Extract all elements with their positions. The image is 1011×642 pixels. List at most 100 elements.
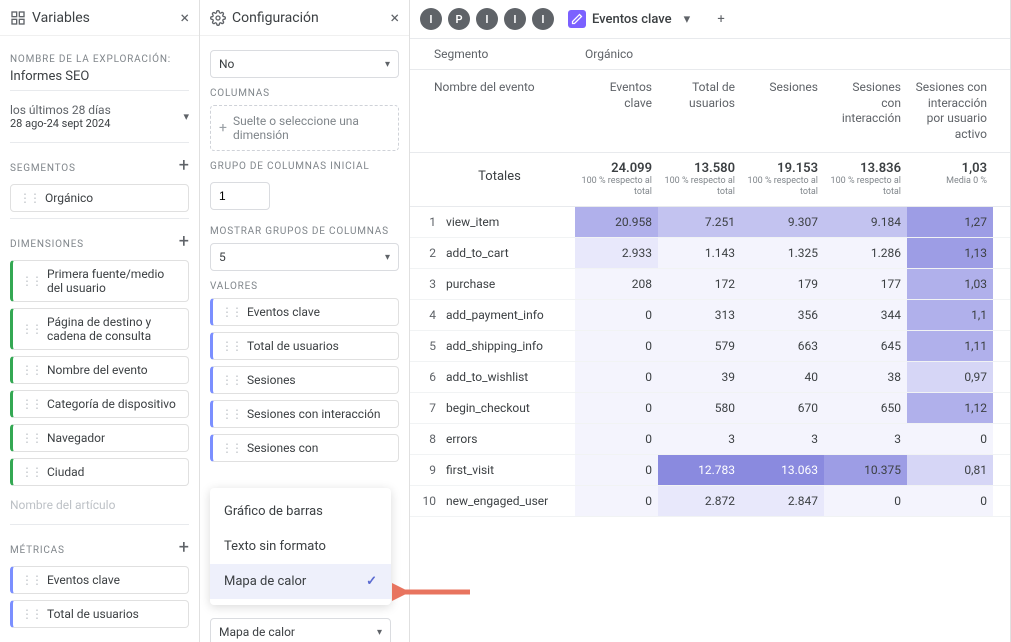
table-row[interactable]: 9first_visit012.78313.06310.3750,81: [410, 455, 1010, 486]
grip-icon: ⋮⋮: [221, 373, 241, 387]
columns-dropzone[interactable]: + Suelte o seleccione una dimensión: [210, 105, 399, 151]
tab-circle[interactable]: P: [448, 8, 470, 30]
value-chip[interactable]: ⋮⋮Sesiones con interacción: [210, 400, 399, 428]
dimension-chip[interactable]: ⋮⋮Página de destino y cadena de consulta: [10, 308, 189, 350]
grip-icon: ⋮⋮: [21, 431, 41, 445]
row-name: view_item: [440, 207, 575, 237]
metric-header[interactable]: Sesiones: [741, 70, 824, 152]
date-range-selector[interactable]: los últimos 28 días 28 ago-24 sept 2024 …: [10, 97, 189, 136]
dimension-chip[interactable]: ⋮⋮Categoría de dispositivo: [10, 390, 189, 418]
metric-header[interactable]: Sesiones con interacción por usuario act…: [907, 70, 993, 152]
tab-active[interactable]: Eventos clave ▾: [560, 6, 698, 32]
data-cell: 0: [575, 362, 658, 392]
tab-circle[interactable]: I: [476, 8, 498, 30]
dimension-placeholder[interactable]: Nombre del artículo: [10, 492, 189, 518]
data-cell: 0: [575, 486, 658, 516]
data-cell: 1,13: [907, 238, 993, 268]
tab-circle[interactable]: I: [504, 8, 526, 30]
dimension-chip[interactable]: ⋮⋮Nombre del evento: [10, 356, 189, 384]
show-groups-label: MOSTRAR GRUPOS DE COLUMNAS: [210, 226, 399, 237]
table-row[interactable]: 3purchase2081721791771,03: [410, 269, 1010, 300]
data-cell: 344: [824, 300, 907, 330]
row-name: purchase: [440, 269, 575, 299]
data-cell: 1,12: [907, 393, 993, 423]
tab-circle[interactable]: I: [420, 8, 442, 30]
row-name: first_visit: [440, 455, 575, 485]
segment-chip-label: Orgánico: [45, 191, 93, 205]
dimension-chip[interactable]: ⋮⋮Ciudad: [10, 458, 189, 486]
nested-rows-select[interactable]: No ▾: [210, 50, 399, 78]
grip-icon: ⋮⋮: [221, 339, 241, 353]
data-cell: 172: [658, 269, 741, 299]
table-row[interactable]: 10new_engaged_user02.8722.84700: [410, 486, 1010, 517]
value-chip[interactable]: ⋮⋮Eventos clave: [210, 298, 399, 326]
data-cell: 179: [741, 269, 824, 299]
pencil-icon: [568, 10, 586, 28]
add-dimension-button[interactable]: +: [179, 231, 189, 252]
cell-type-menu-item[interactable]: Gráfico de barras: [210, 494, 391, 529]
metric-chip[interactable]: ⋮⋮Eventos clave: [10, 566, 189, 594]
data-cell: 13.063: [741, 455, 824, 485]
cell-type-menu-item[interactable]: Mapa de calor✓: [210, 564, 391, 599]
data-cell: 0: [824, 486, 907, 516]
totals-row: Totales 24.099100 % respecto al total13.…: [410, 153, 1010, 207]
cell-type-menu-item[interactable]: Texto sin formato: [210, 529, 391, 564]
show-groups-select[interactable]: 5 ▾: [210, 243, 399, 271]
cell-type-select[interactable]: Mapa de calor ▾: [210, 618, 391, 642]
row-name: add_to_wishlist: [440, 362, 575, 392]
data-cell: 0: [575, 331, 658, 361]
value-chip[interactable]: ⋮⋮Sesiones con: [210, 434, 399, 462]
data-cell: 3: [658, 424, 741, 454]
totals-cell: 24.099100 % respecto al total: [575, 153, 658, 206]
data-cell: 40: [741, 362, 824, 392]
totals-cell: 19.153100 % respecto al total: [741, 153, 824, 206]
grip-icon: ⋮⋮: [21, 465, 41, 479]
data-cell: 670: [741, 393, 824, 423]
data-cell: 39: [658, 362, 741, 392]
table-row[interactable]: 6add_to_wishlist03940380,97: [410, 362, 1010, 393]
metric-chip[interactable]: ⋮⋮Total de usuarios: [10, 600, 189, 628]
value-chip[interactable]: ⋮⋮Sesiones: [210, 366, 399, 394]
data-cell: 0: [575, 393, 658, 423]
variables-panel: Variables × NOMBRE DE LA EXPLORACIÓN: In…: [0, 0, 200, 642]
add-tab-button[interactable]: +: [710, 8, 732, 30]
dimension-chip[interactable]: ⋮⋮Primera fuente/medio del usuario: [10, 260, 189, 302]
table-row[interactable]: 2add_to_cart2.9331.1431.3251.2861,13: [410, 238, 1010, 269]
variables-header: Variables ×: [0, 0, 199, 36]
add-segment-button[interactable]: +: [179, 155, 189, 176]
table-row[interactable]: 5add_shipping_info05796636451,11: [410, 331, 1010, 362]
table-row[interactable]: 1view_item20.9587.2519.3079.1841,27: [410, 207, 1010, 238]
metric-header[interactable]: Eventos clave: [575, 70, 658, 152]
data-cell: 9.307: [741, 207, 824, 237]
values-label: VALORES: [210, 281, 399, 292]
segment-chip[interactable]: ⋮⋮ Orgánico: [10, 184, 189, 212]
segment-header: Segmento: [410, 39, 575, 69]
tab-circle[interactable]: I: [532, 8, 554, 30]
column-headers: Nombre del evento Eventos claveTotal de …: [410, 70, 1010, 153]
table-row[interactable]: 4add_payment_info03133563441,1: [410, 300, 1010, 331]
initial-group-label: GRUPO DE COLUMNAS INICIAL: [210, 161, 399, 172]
value-chip[interactable]: ⋮⋮Total de usuarios: [210, 332, 399, 360]
chevron-down-icon[interactable]: ▾: [684, 12, 691, 27]
close-icon[interactable]: ×: [180, 8, 189, 27]
table-row[interactable]: 7begin_checkout05806706501,12: [410, 393, 1010, 424]
add-metric-button[interactable]: +: [179, 537, 189, 558]
grip-icon: ⋮⋮: [21, 322, 41, 336]
tab-active-label: Eventos clave: [592, 12, 672, 27]
data-cell: 0,97: [907, 362, 993, 392]
row-name: add_shipping_info: [440, 331, 575, 361]
table-row[interactable]: 8errors03330: [410, 424, 1010, 455]
segments-label: SEGMENTOS: [10, 163, 76, 174]
chevron-down-icon: ▾: [385, 59, 390, 70]
row-index: 9: [410, 455, 440, 485]
row-index: 1: [410, 207, 440, 237]
date-range-value: 28 ago-24 sept 2024: [10, 117, 111, 130]
grip-icon: ⋮⋮: [21, 363, 41, 377]
exploration-name-value[interactable]: Informes SEO: [10, 69, 189, 84]
close-icon[interactable]: ×: [390, 8, 399, 27]
metric-header[interactable]: Total de usuarios: [658, 70, 741, 152]
initial-group-input[interactable]: [210, 182, 270, 210]
data-cell: 10.375: [824, 455, 907, 485]
metric-header[interactable]: Sesiones con interacción: [824, 70, 907, 152]
dimension-chip[interactable]: ⋮⋮Navegador: [10, 424, 189, 452]
